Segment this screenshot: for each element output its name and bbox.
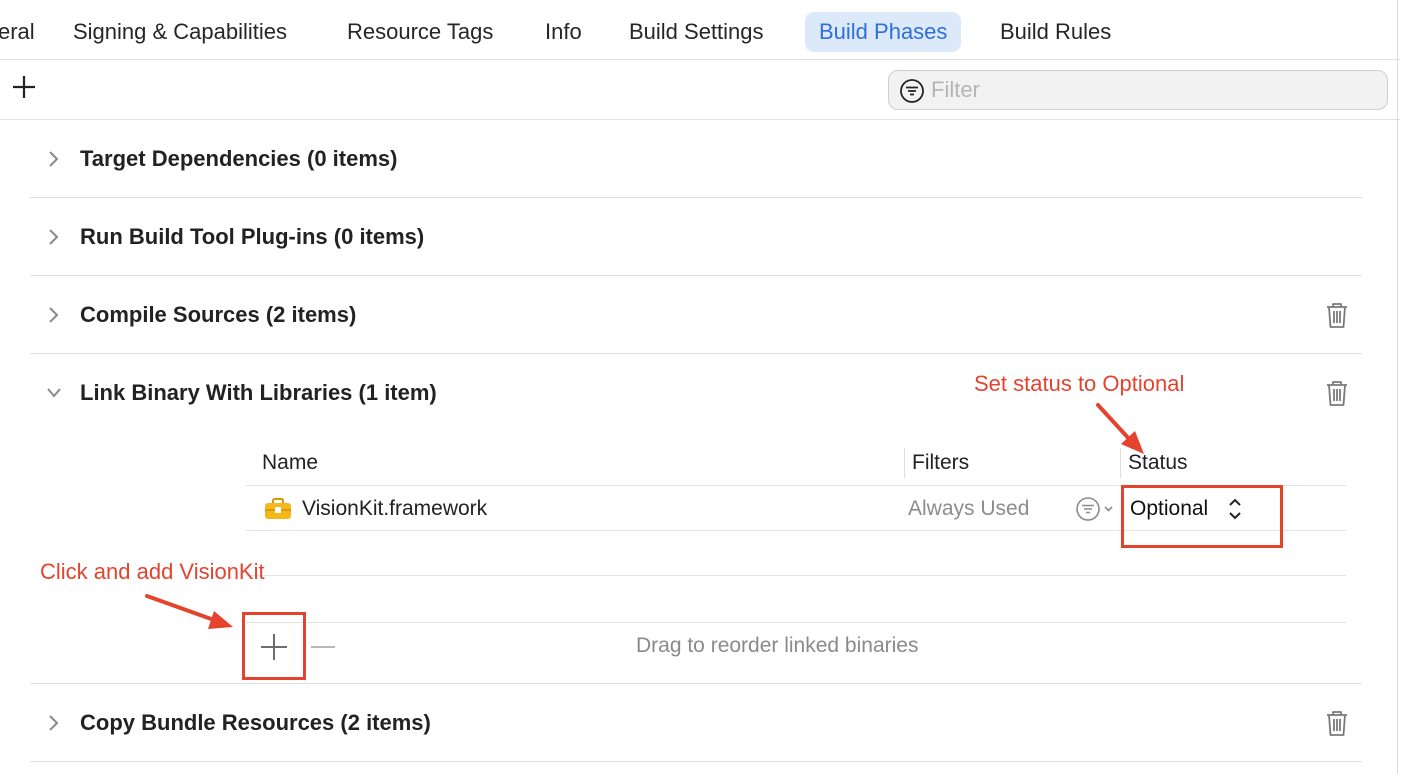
framework-toolbox-icon [265,498,291,519]
chevron-right-icon[interactable] [44,144,64,174]
phase-title: Target Dependencies (0 items) [80,146,398,171]
phase-run-build-tool-plugins[interactable]: Run Build Tool Plug-ins (0 items) [30,198,1362,276]
trash-icon[interactable] [1323,708,1351,738]
phase-target-dependencies[interactable]: Target Dependencies (0 items) [30,120,1362,198]
trash-icon[interactable] [1323,378,1351,408]
framework-name: VisionKit.framework [302,497,488,520]
tab-build-rules[interactable]: Build Rules [1000,12,1111,52]
column-header-status[interactable]: Status [1128,450,1188,476]
annotation-add-note: Click and add VisionKit [40,559,265,584]
trash-icon[interactable] [1323,300,1351,330]
phase-compile-sources[interactable]: Compile Sources (2 items) [30,276,1362,354]
annotation-status-highlight-box [1121,485,1283,548]
filter-input[interactable] [931,75,1371,105]
tab-build-phases[interactable]: Build Phases [805,12,962,52]
filter-popup-icon[interactable] [1074,495,1118,523]
column-header-name[interactable]: Name [262,450,318,476]
phase-title[interactable]: Link Binary With Libraries (1 item) [80,378,437,408]
column-divider [1120,448,1121,478]
plus-icon[interactable] [11,74,37,100]
phase-title: Copy Bundle Resources (2 items) [80,710,431,735]
library-table-header: Name Filters Status [246,440,1346,486]
framework-filter-value: Always Used [908,497,1030,520]
tab-resource-tags[interactable]: Resource Tags [347,12,493,52]
phase-copy-bundle-resources[interactable]: Copy Bundle Resources (2 items) [30,684,1362,762]
editor-tab-bar: eral Signing & Capabilities Resource Tag… [0,0,1400,60]
column-header-filters[interactable]: Filters [912,450,969,476]
filter-circle-icon [900,79,924,103]
chevron-right-icon[interactable] [44,222,64,252]
tab-info[interactable]: Info [545,12,582,52]
remove-library-minus-icon[interactable] [308,629,338,665]
phase-title: Compile Sources (2 items) [80,302,357,327]
tab-general[interactable]: eral [0,12,35,52]
filter-field[interactable] [888,70,1388,110]
chevron-right-icon[interactable] [44,300,64,330]
column-divider [904,448,905,478]
annotation-plus-highlight-box [242,612,306,680]
phase-title: Run Build Tool Plug-ins (0 items) [80,224,425,249]
annotation-status-note: Set status to Optional [974,371,1185,396]
library-table-footer: Drag to reorder linked binaries [246,622,1346,682]
tab-signing-capabilities[interactable]: Signing & Capabilities [73,12,287,52]
tab-build-settings[interactable]: Build Settings [629,12,764,52]
window-edge-divider [1397,0,1398,774]
chevron-down-icon[interactable] [44,378,64,408]
reorder-hint: Drag to reorder linked binaries [636,634,919,657]
chevron-right-icon[interactable] [44,708,64,738]
build-phases-toolbar [0,60,1400,120]
